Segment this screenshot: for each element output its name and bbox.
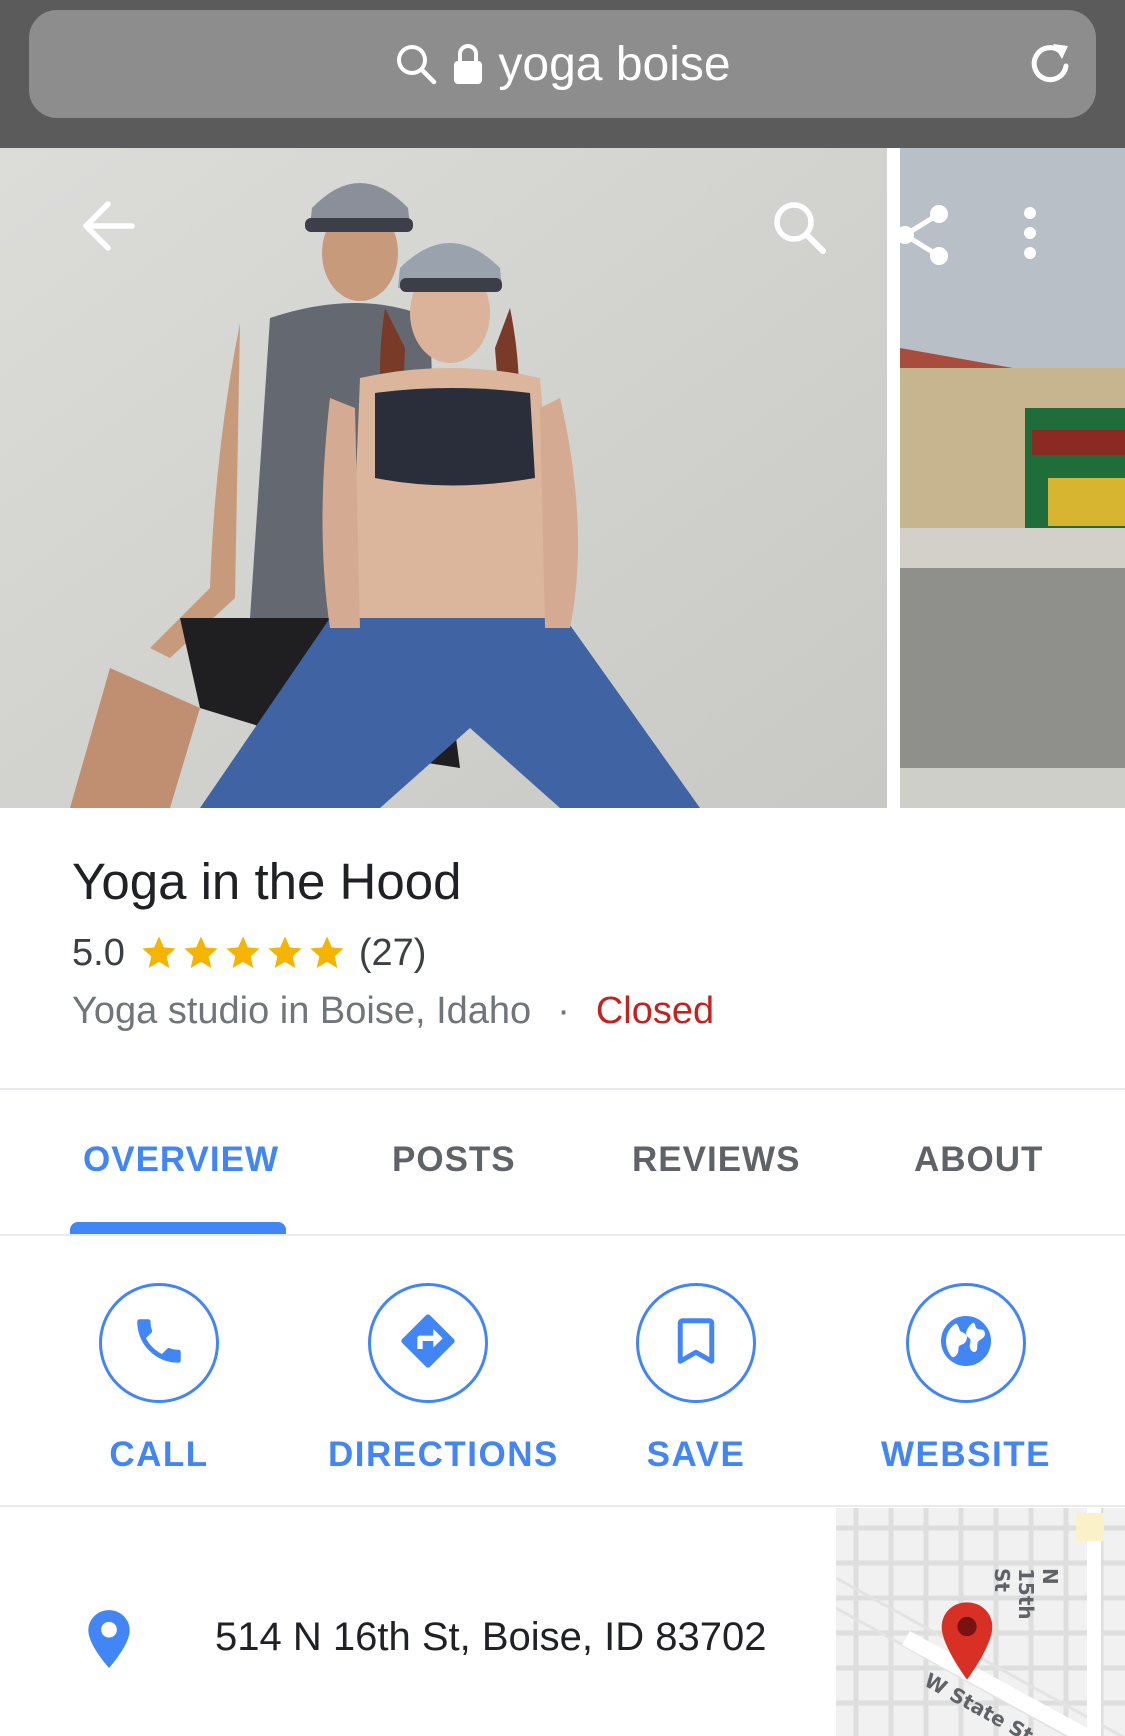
url-query-text: yoga boise [498, 37, 731, 91]
directions-icon [396, 1309, 460, 1378]
tabs-divider [0, 1234, 1125, 1236]
tab-posts[interactable]: POSTS [392, 1140, 516, 1180]
map-street-label: N 15th St [990, 1568, 1062, 1620]
place-category: Yoga studio in Boise, Idaho [72, 990, 532, 1032]
directions-button[interactable]: DIRECTIONS [328, 1283, 559, 1475]
save-button[interactable]: SAVE [596, 1283, 796, 1475]
map-thumbnail[interactable]: N 15th St W State St [836, 1508, 1125, 1736]
website-label: WEBSITE [881, 1435, 1051, 1474]
active-tab-indicator [70, 1222, 286, 1234]
star-icon [142, 936, 176, 968]
search-icon[interactable] [770, 198, 828, 261]
reload-icon[interactable] [1026, 40, 1074, 93]
place-title: Yoga in the Hood [72, 853, 462, 910]
star-icon [268, 936, 302, 968]
location-pin-icon [84, 1608, 134, 1675]
map-marker-icon [938, 1600, 996, 1687]
tab-overview[interactable]: OVERVIEW [83, 1140, 279, 1180]
star-icon [310, 936, 344, 968]
tab-reviews[interactable]: REVIEWS [632, 1140, 800, 1180]
more-vert-icon[interactable] [1020, 206, 1040, 265]
back-arrow-icon[interactable] [80, 200, 136, 257]
separator-dot: · [557, 990, 570, 1032]
call-label: CALL [109, 1435, 209, 1474]
address-text[interactable]: 514 N 16th St, Boise, ID 83702 [215, 1615, 766, 1660]
rating-row[interactable]: 5.0 (27) [72, 930, 426, 976]
browser-toolbar: yoga boise [0, 0, 1125, 148]
rating-value: 5.0 [72, 931, 125, 974]
star-rating [139, 933, 349, 973]
actions-divider [0, 1505, 1125, 1507]
save-label: SAVE [646, 1435, 746, 1474]
lock-icon [452, 42, 484, 86]
search-icon [394, 42, 438, 86]
tab-about[interactable]: ABOUT [914, 1140, 1043, 1180]
star-icon [226, 936, 260, 968]
photo-carousel[interactable] [0, 148, 1125, 808]
call-button[interactable]: CALL [59, 1283, 259, 1475]
globe-icon [936, 1311, 996, 1376]
url-bar[interactable]: yoga boise [29, 10, 1096, 118]
share-icon[interactable] [893, 204, 951, 271]
divider [0, 1088, 1125, 1090]
review-count: (27) [358, 931, 427, 974]
website-button[interactable]: WEBSITE [866, 1283, 1066, 1475]
open-status: Closed [595, 990, 715, 1032]
bookmark-icon [669, 1311, 723, 1376]
star-icon [184, 936, 218, 968]
directions-label: DIRECTIONS [328, 1435, 559, 1474]
category-row: Yoga studio in Boise, Idaho · Closed [72, 990, 714, 1033]
phone-icon [130, 1312, 188, 1375]
